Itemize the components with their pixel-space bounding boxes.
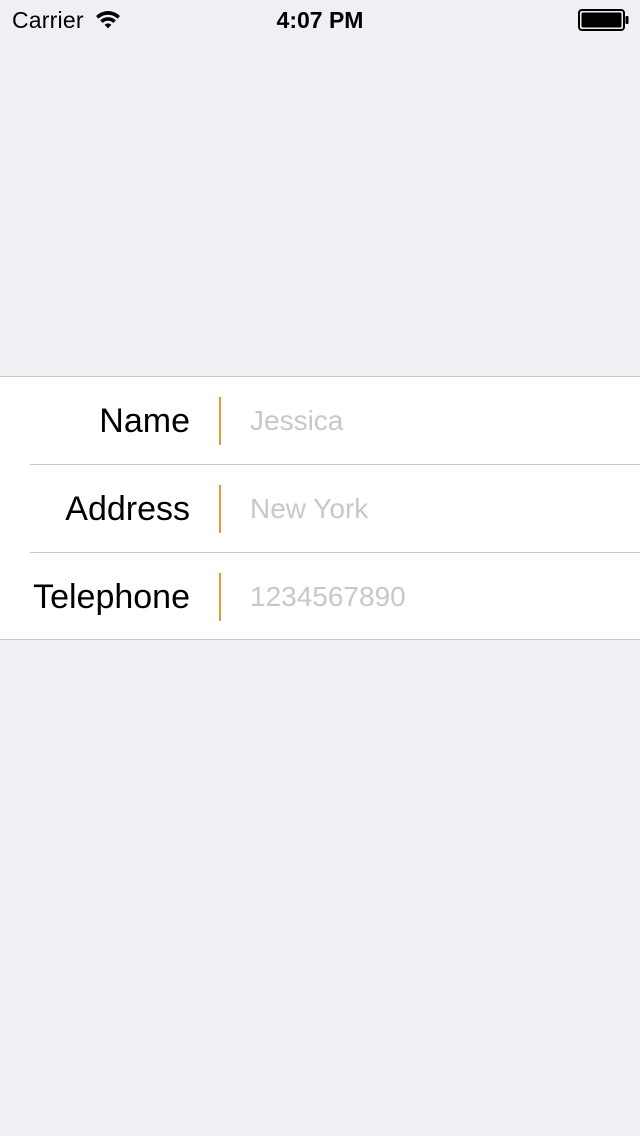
status-bar: Carrier 4:07 PM bbox=[0, 0, 640, 40]
field-divider bbox=[219, 397, 221, 445]
battery-icon bbox=[578, 9, 629, 31]
telephone-input[interactable] bbox=[250, 567, 630, 627]
address-label: Address bbox=[65, 490, 190, 528]
name-label: Name bbox=[99, 402, 190, 440]
address-input[interactable] bbox=[250, 479, 630, 539]
name-input[interactable] bbox=[250, 391, 630, 451]
battery-level-fill bbox=[581, 12, 622, 28]
telephone-label: Telephone bbox=[33, 578, 190, 616]
field-divider bbox=[219, 485, 221, 533]
form-row-name: Name bbox=[0, 377, 640, 465]
contact-form: Name Address Telephone bbox=[0, 376, 640, 640]
status-time: 4:07 PM bbox=[276, 7, 364, 33]
form-row-telephone: Telephone bbox=[0, 553, 640, 641]
form-row-address: Address bbox=[0, 465, 640, 553]
field-divider bbox=[219, 573, 221, 621]
